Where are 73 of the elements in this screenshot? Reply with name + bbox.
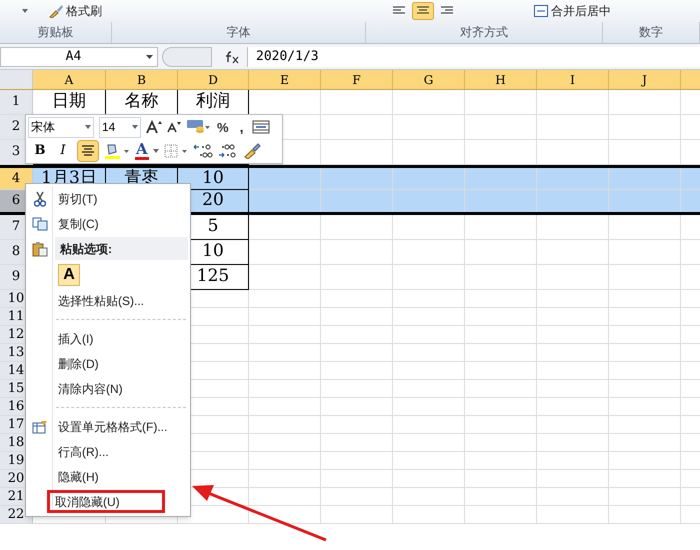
menu-item[interactable]: 复制(C) xyxy=(53,212,107,235)
format-painter-icon[interactable] xyxy=(242,142,261,159)
comma-button[interactable]: , xyxy=(236,116,248,138)
column-header[interactable]: H xyxy=(465,70,537,89)
format-painter-button[interactable]: 格式刷 xyxy=(48,2,102,20)
italic-button[interactable]: I xyxy=(54,141,72,161)
brush-icon xyxy=(48,4,64,18)
column-header[interactable]: D xyxy=(178,70,249,89)
fill-color-icon[interactable] xyxy=(104,142,130,160)
ribbon-group-label: 数字 xyxy=(639,24,663,42)
menu-item[interactable]: 删除(D) xyxy=(53,352,107,375)
menu-item[interactable]: 剪切(T) xyxy=(53,187,106,210)
font-dropdown[interactable]: 宋体 xyxy=(28,116,94,138)
column-header[interactable]: J xyxy=(609,70,681,89)
caret-icon xyxy=(132,125,138,130)
grow-font-icon[interactable] xyxy=(146,120,162,134)
align-center-icon xyxy=(81,144,95,157)
currency-icon[interactable] xyxy=(186,119,210,136)
format-cells-icon xyxy=(32,420,48,434)
caret-icon xyxy=(85,125,91,130)
menu-item[interactable]: 行高(R)... xyxy=(53,440,117,463)
align-center-button[interactable] xyxy=(77,140,99,162)
align-left-icon[interactable] xyxy=(392,6,406,16)
paste-option-button[interactable]: A xyxy=(58,264,80,286)
column-header[interactable]: B xyxy=(106,70,178,89)
formula-field[interactable]: 2020/1/3 xyxy=(247,46,700,66)
menu-item[interactable]: 取消隐藏(U) xyxy=(47,490,165,513)
row-header[interactable]: 1 xyxy=(0,90,33,114)
percent-button[interactable]: % xyxy=(215,118,231,138)
copy-icon xyxy=(32,216,48,230)
caret-icon xyxy=(146,54,153,58)
merge-center-button[interactable]: 合并后居中 xyxy=(534,2,611,20)
table-cell-text: 20 xyxy=(202,189,224,212)
borders-icon[interactable] xyxy=(164,144,188,158)
row-header[interactable]: 4 xyxy=(0,168,33,189)
scissors-icon xyxy=(34,190,46,206)
shrink-font-icon[interactable] xyxy=(167,121,181,134)
table-cell-text: 名称 xyxy=(124,90,158,114)
table-cell-text: 125 xyxy=(196,265,230,288)
merge-cells-icon xyxy=(534,4,548,17)
menu-item[interactable]: 设置单元格格式(F)... xyxy=(53,415,176,438)
decrease-decimal-icon[interactable] xyxy=(218,142,238,159)
column-header[interactable]: A xyxy=(33,70,106,89)
menu-item[interactable]: 清除内容(N) xyxy=(53,377,131,400)
caret-icon[interactable] xyxy=(22,8,28,13)
bold-button[interactable]: B xyxy=(31,141,49,161)
increase-decimal-icon[interactable] xyxy=(192,142,213,159)
table-cell-text: 利润 xyxy=(196,90,230,114)
name-box[interactable]: A4 xyxy=(0,46,158,66)
table-cell-text: 5 xyxy=(208,215,218,238)
caret-icon xyxy=(152,148,159,153)
column-header[interactable]: E xyxy=(249,70,321,89)
ribbon-group-label: 对齐方式 xyxy=(460,24,508,42)
align-right-icon[interactable] xyxy=(440,6,454,16)
table-cell-text: 日期 xyxy=(52,90,86,114)
clipboard-icon xyxy=(32,240,48,256)
menu-item[interactable]: 插入(I) xyxy=(53,327,102,350)
ribbon-group-label: 剪贴板 xyxy=(38,24,74,42)
menu-item[interactable]: 隐藏(H) xyxy=(53,465,107,488)
column-header[interactable]: G xyxy=(393,70,465,89)
font-size-dropdown[interactable]: 14 xyxy=(99,116,141,138)
column-header[interactable]: F xyxy=(321,70,393,89)
font-color-button[interactable]: A xyxy=(135,142,149,160)
formula-bar-handle[interactable] xyxy=(162,46,212,66)
merge-cells-icon[interactable] xyxy=(252,120,270,134)
align-center-icon[interactable] xyxy=(412,2,434,20)
table-cell-text: 10 xyxy=(202,240,224,264)
function-icon[interactable] xyxy=(225,50,239,64)
menu-section-title: 粘贴选项: xyxy=(55,237,188,260)
menu-item[interactable]: 选择性粘贴(S)... xyxy=(53,289,152,312)
ribbon-group-label: 字体 xyxy=(226,24,250,42)
column-header[interactable]: I xyxy=(537,70,609,89)
table-cell-text: 10 xyxy=(202,166,224,190)
